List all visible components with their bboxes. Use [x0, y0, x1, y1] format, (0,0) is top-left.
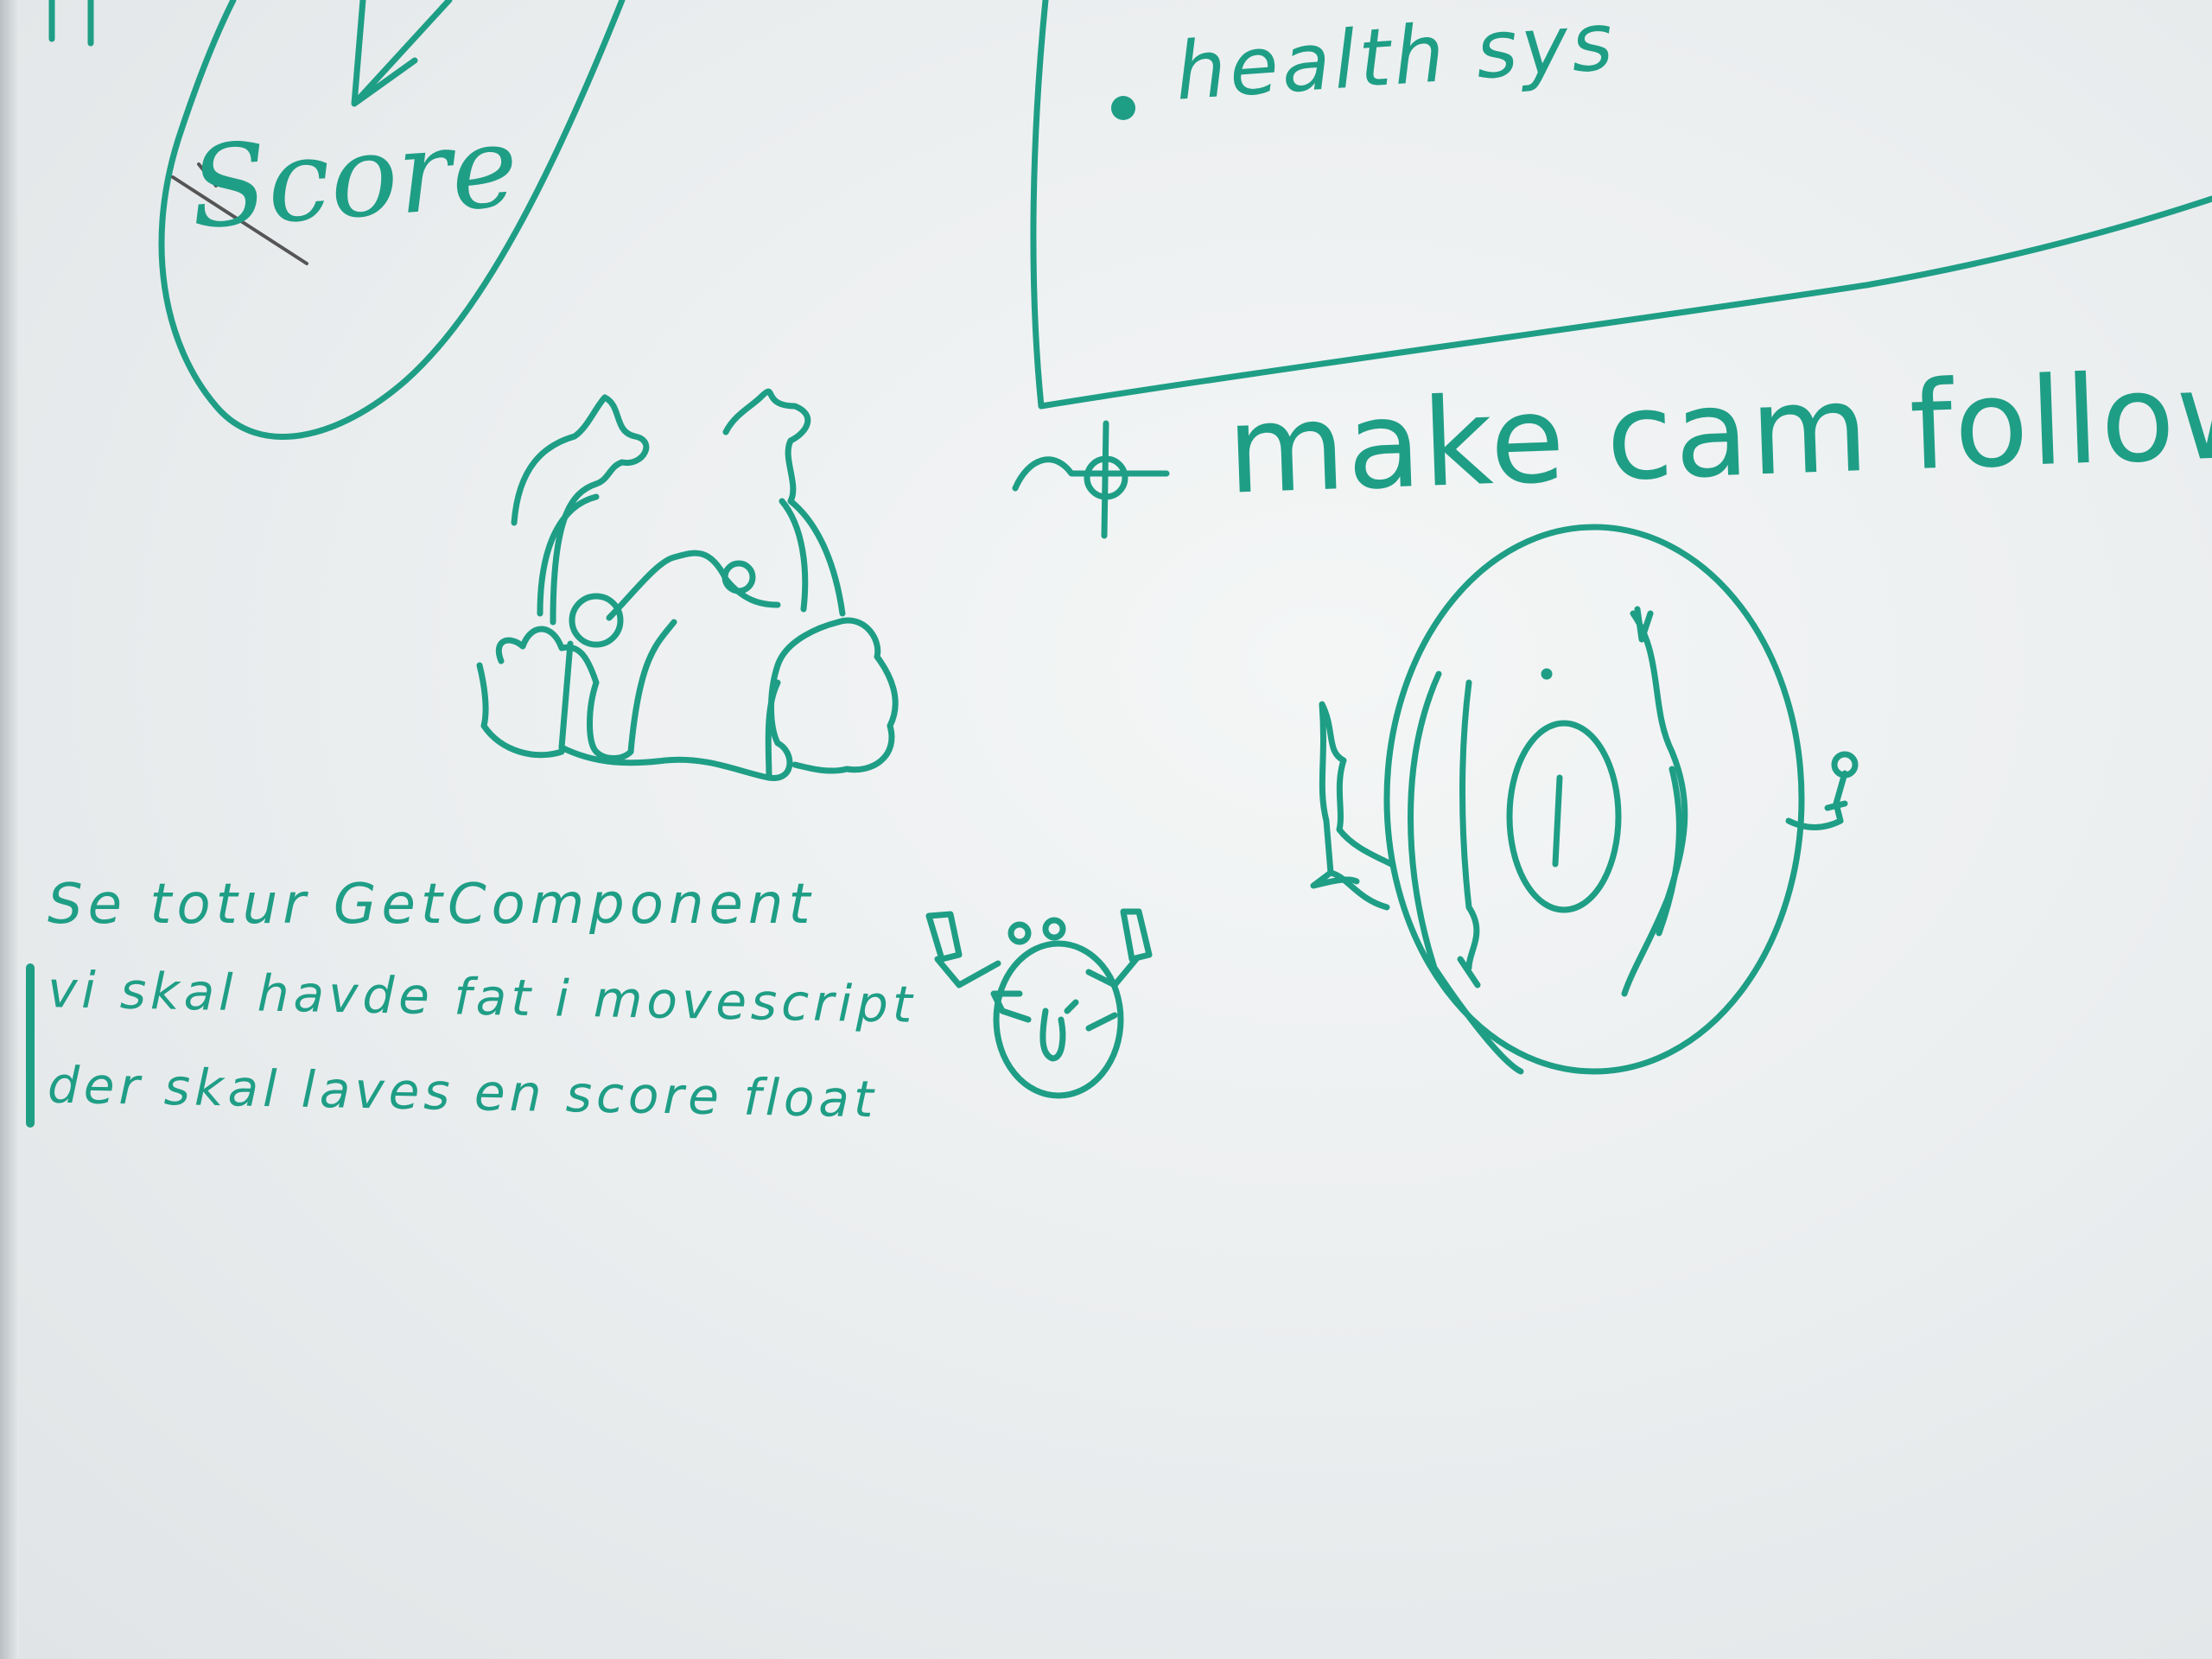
creature-drawing-left [476, 388, 899, 781]
movescript-note: vi skal havde fat i movescript [47, 960, 918, 1034]
partial-letter-marks [48, 0, 94, 47]
down-arrow-drawing [351, 0, 453, 107]
marker-drawings [26, 0, 2212, 1128]
score-float-note: der skal laves en score float [47, 1055, 879, 1129]
getcomponent-note: Se totur GetComponent [48, 873, 816, 937]
small-character-drawing [925, 908, 1153, 1099]
crossed-circle-symbol [1012, 420, 1170, 539]
round-creature-drawing-right [1310, 524, 1859, 1075]
bullet-dot [1111, 96, 1135, 120]
whiteboard: Score health sys make cam followh Se tot… [0, 0, 2212, 1659]
score-note: Score [186, 99, 523, 255]
make-cam-note: make cam followh [1224, 341, 2212, 522]
